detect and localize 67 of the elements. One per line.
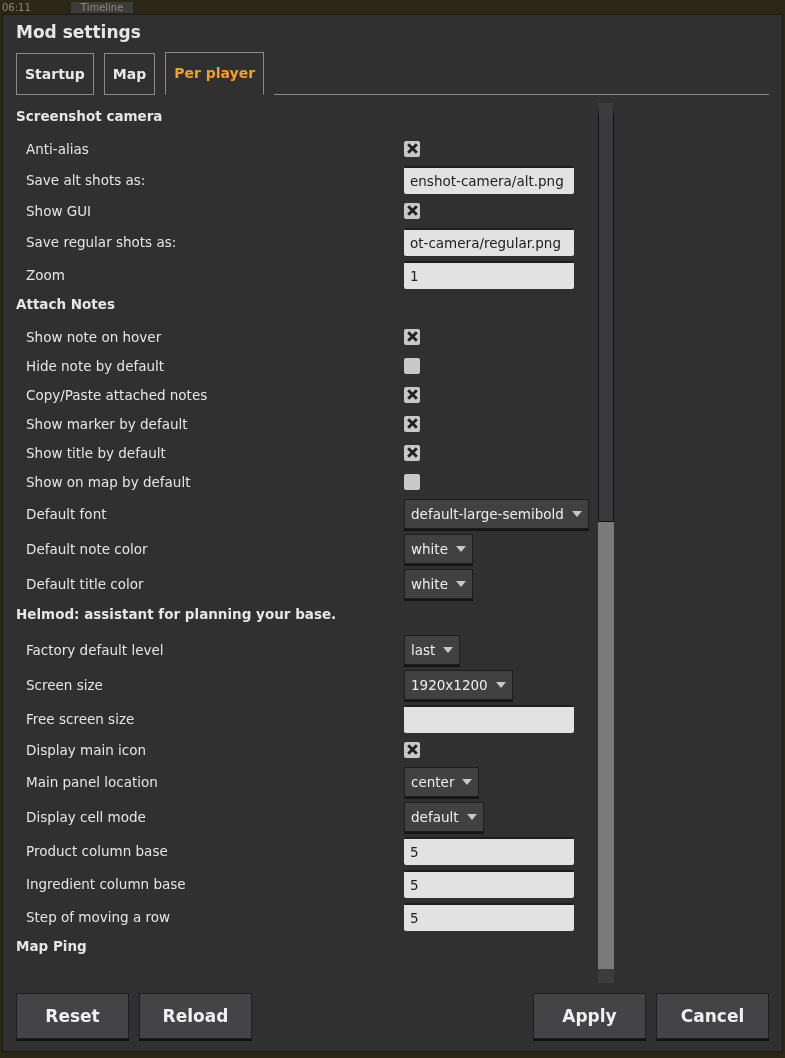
section-heading: Map Ping xyxy=(16,937,88,956)
section-heading: Screenshot camera xyxy=(16,107,164,126)
caret-icon xyxy=(462,778,473,785)
setting-label: Default font xyxy=(26,505,108,522)
setting-label: Anti-alias xyxy=(26,140,90,157)
setting-label: Hide note by default xyxy=(26,357,166,374)
checkbox[interactable] xyxy=(404,444,420,461)
caret-icon xyxy=(455,580,466,587)
tab[interactable]: Per player xyxy=(165,52,265,95)
caret-icon xyxy=(443,646,454,653)
checkbox[interactable] xyxy=(404,140,420,157)
setting-label: Show title by default xyxy=(26,444,167,461)
checkbox[interactable] xyxy=(404,328,420,345)
checkbox[interactable] xyxy=(404,357,420,374)
setting-label: Ingredient column base xyxy=(26,875,187,892)
game-clock: 06:11 xyxy=(2,1,31,13)
footer-button[interactable]: Reload xyxy=(139,993,252,1039)
setting-label: Save alt shots as: xyxy=(26,171,147,188)
caret-icon xyxy=(455,545,466,552)
section-heading: Helmod: assistant for planning your base. xyxy=(16,605,338,624)
setting-label: Free screen size xyxy=(26,710,136,727)
setting-label: Display main icon xyxy=(26,741,148,758)
dropdown[interactable]: white xyxy=(404,568,473,599)
setting-label: Main panel location xyxy=(26,773,159,790)
setting-label: Step of moving a row xyxy=(26,908,172,925)
dropdown[interactable]: last xyxy=(404,634,461,665)
checkbox[interactable] xyxy=(404,386,420,403)
setting-label: Screen size xyxy=(26,676,104,693)
text-field[interactable] xyxy=(404,704,574,733)
tab[interactable]: Startup xyxy=(16,53,94,95)
caret-icon xyxy=(571,510,582,517)
text-field[interactable]: 5 xyxy=(404,869,574,898)
window-title: Mod settings xyxy=(16,21,142,44)
text-field[interactable]: 5 xyxy=(404,902,574,931)
scrollbar[interactable] xyxy=(598,103,614,983)
setting-label: Save regular shots as: xyxy=(26,233,178,250)
text-field[interactable]: ot-camera/regular.png xyxy=(404,227,574,256)
checkbox[interactable] xyxy=(404,473,420,490)
tab[interactable]: Map xyxy=(103,53,156,95)
text-field[interactable]: enshot-camera/alt.png xyxy=(404,165,574,194)
text-field[interactable]: 1 xyxy=(404,260,574,289)
caret-icon xyxy=(495,681,506,688)
setting-label: Default title color xyxy=(26,575,145,592)
setting-label: Factory default level xyxy=(26,641,165,658)
setting-label: Show on map by default xyxy=(26,473,192,490)
dropdown[interactable]: default-large-semibold xyxy=(404,498,589,529)
dropdown[interactable]: 1920x1200 xyxy=(404,669,513,700)
dropdown[interactable]: white xyxy=(404,533,473,564)
footer-button[interactable]: Reset xyxy=(16,993,129,1039)
setting-label: Default note color xyxy=(26,540,149,557)
section-heading: Attach Notes xyxy=(16,295,116,314)
footer-button[interactable]: Cancel xyxy=(656,993,769,1039)
setting-label: Zoom xyxy=(26,266,66,283)
dropdown[interactable]: center xyxy=(404,766,480,797)
caret-icon xyxy=(466,813,477,820)
checkbox[interactable] xyxy=(404,741,420,758)
setting-label: Copy/Paste attached notes xyxy=(26,386,209,403)
dropdown[interactable]: default xyxy=(404,801,484,832)
checkbox[interactable] xyxy=(404,415,420,432)
text-field[interactable]: 5 xyxy=(404,836,574,865)
setting-label: Show note on hover xyxy=(26,328,163,345)
setting-label: Product column base xyxy=(26,842,169,859)
setting-label: Show marker by default xyxy=(26,415,189,432)
footer-button[interactable]: Apply xyxy=(533,993,646,1039)
setting-label: Show GUI xyxy=(26,202,93,219)
setting-label: Display cell mode xyxy=(26,808,147,825)
checkbox[interactable] xyxy=(404,202,420,219)
